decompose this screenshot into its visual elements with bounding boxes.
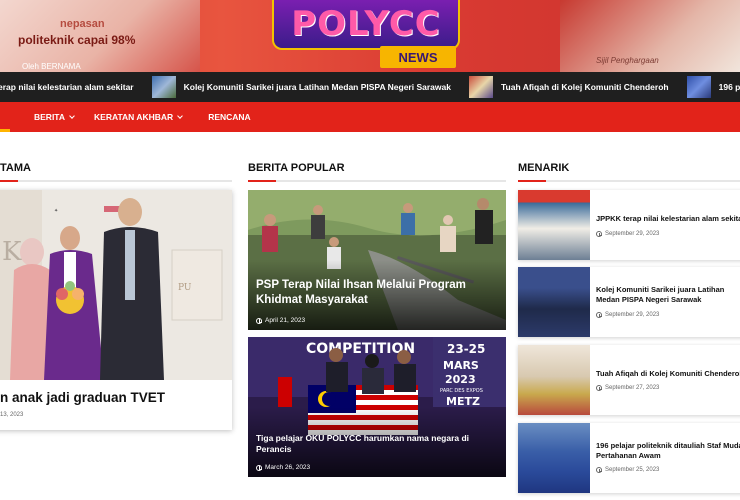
logo-wordmark: POLYCC [272, 0, 460, 50]
menarik-item-date-text: September 27, 2023 [605, 385, 660, 391]
featured-article-title[interactable]: n anak jadi graduan TVET [0, 390, 165, 405]
section-divider [248, 180, 506, 182]
svg-text:PU: PU [178, 283, 192, 293]
ticker-thumbnail [686, 76, 711, 98]
menarik-list-item[interactable]: JPPKK terap nilai kelestarian alam sekit… [518, 190, 740, 260]
banner-left-text-2: politeknik capai 98% [18, 33, 136, 47]
nav-item-label: KERATAN AKHBAR [94, 112, 174, 122]
menarik-item-title[interactable]: 196 pelajar politeknik ditauliah Staf Mu… [596, 441, 740, 461]
menarik-thumbnail[interactable] [518, 267, 590, 337]
featured-article-image[interactable]: ✦ KC PU [0, 190, 232, 380]
section-accent [518, 180, 546, 182]
section-divider [0, 180, 232, 182]
popular-article-date-text: April 21, 2023 [265, 317, 306, 324]
clock-icon [596, 467, 602, 473]
featured-photo-illustration: ✦ KC PU [0, 190, 232, 380]
logo-text: POLYCC [291, 4, 441, 44]
menarik-item-date: September 27, 2023 [596, 385, 659, 391]
menarik-thumbnail[interactable] [518, 345, 590, 415]
nav-item-home-partial[interactable] [0, 102, 10, 132]
menarik-item-date: September 29, 2023 [596, 231, 659, 237]
popular-article-title[interactable]: PSP Terap Nilai Ihsan Melalui Program Kh… [256, 278, 496, 308]
section-accent [0, 180, 18, 182]
menarik-item-date-text: September 29, 2023 [605, 312, 660, 318]
header-banner: nepasan politeknik capai 98% Oleh BERNAM… [0, 0, 740, 72]
popular-article-card[interactable]: PSP Terap Nilai Ihsan Melalui Program Kh… [248, 190, 506, 330]
menarik-item-date: September 25, 2023 [596, 467, 659, 473]
nav-item-rencana[interactable]: RENCANA [200, 102, 259, 132]
site-logo[interactable]: POLYCC NEWS [272, 0, 460, 70]
ticker-item-label: Tuah Afiqah di Kolej Komuniti Chenderoh [500, 82, 669, 92]
menarik-item-title[interactable]: Kolej Komuniti Sarikei juara Latihan Med… [596, 285, 740, 305]
section-title-popular: BERITA POPULAR [248, 162, 345, 174]
ticker-item[interactable]: Kolej Komuniti Sarikei juara Latihan Med… [151, 76, 451, 98]
section-accent [248, 180, 276, 182]
menarik-thumbnail[interactable] [518, 423, 590, 493]
nav-item-berita[interactable]: BERITA [26, 102, 82, 132]
banner-text-month: MARS [443, 359, 479, 372]
menarik-list-item[interactable]: Kolej Komuniti Sarikei juara Latihan Med… [518, 267, 740, 337]
ticker-item[interactable]: Tuah Afiqah di Kolej Komuniti Chenderoh [468, 76, 669, 98]
logo-news-badge: NEWS [380, 46, 456, 68]
menarik-list-item[interactable]: Tuah Afiqah di Kolej Komuniti Chenderoh … [518, 345, 740, 415]
ticker-item[interactable]: erap nilai kelestarian alam sekitar [0, 82, 134, 92]
popular-article-date: April 21, 2023 [256, 317, 305, 324]
section-divider [518, 180, 740, 182]
ticker-item[interactable]: 196 pelajar politeknik ditaul [686, 76, 740, 98]
banner-left-text-1: nepasan [60, 18, 105, 30]
featured-article-date: 13, 2023 [0, 412, 24, 418]
menarik-item-date: September 29, 2023 [596, 312, 659, 318]
main-nav: BERITA KERATAN AKHBAR RENCANA [0, 102, 740, 132]
banner-text-year: 2023 [445, 373, 476, 386]
clock-icon [596, 312, 602, 318]
banner-text-dates: 23-25 [447, 342, 485, 356]
popular-article-title[interactable]: Tiga pelajar OKU POLYCC harumkan nama ne… [256, 433, 496, 455]
banner-text-venue: PARC DES EXPOS [440, 388, 483, 394]
menarik-item-date-text: September 29, 2023 [605, 231, 660, 237]
news-ticker: erap nilai kelestarian alam sekitar Kole… [0, 72, 740, 102]
banner-right-photo: Sijil Penghargaan [560, 0, 740, 72]
clock-icon [256, 317, 262, 324]
ticker-item-label: erap nilai kelestarian alam sekitar [0, 82, 134, 92]
chevron-down-icon [69, 112, 75, 119]
ticker-item-label: 196 pelajar politeknik ditaul [718, 82, 740, 92]
popular-article-card[interactable]: COMPETITION 23-25 MARS 2023 PARC DES EXP… [248, 337, 506, 477]
nav-item-label: RENCANA [208, 112, 251, 122]
banner-left-photo: nepasan politeknik capai 98% Oleh BERNAM… [0, 0, 200, 72]
ticker-thumbnail [151, 76, 176, 98]
banner-left-credit: Oleh BERNAMA [22, 62, 81, 71]
ticker-item-label: Kolej Komuniti Sarikei juara Latihan Med… [183, 82, 451, 92]
logo-news-text: NEWS [398, 49, 438, 65]
menarik-list-item[interactable]: 196 pelajar politeknik ditauliah Staf Mu… [518, 423, 740, 493]
nav-item-label: BERITA [34, 112, 66, 122]
banner-right-caption: Sijil Penghargaan [596, 56, 659, 65]
menarik-item-title[interactable]: JPPKK terap nilai kelestarian alam sekit… [596, 214, 740, 224]
ticker-thumbnail [468, 76, 493, 98]
popular-article-date-text: March 26, 2023 [265, 464, 311, 471]
svg-text:✦: ✦ [54, 208, 58, 214]
featured-article-card[interactable]: ✦ KC PU n anak jadi graduan TVET 13, 202… [0, 190, 232, 430]
section-title-utama: TAMA [0, 162, 31, 174]
chevron-down-icon [177, 112, 184, 119]
menarik-thumbnail[interactable] [518, 190, 590, 260]
section-title-menarik: MENARIK [518, 162, 570, 174]
popular-article-date: March 26, 2023 [256, 464, 310, 471]
clock-icon [256, 464, 262, 471]
clock-icon [596, 231, 602, 237]
menarik-item-date-text: September 25, 2023 [605, 467, 660, 473]
clock-icon [596, 385, 602, 391]
menarik-item-title[interactable]: Tuah Afiqah di Kolej Komuniti Chenderoh [596, 369, 740, 379]
nav-item-keratan-akhbar[interactable]: KERATAN AKHBAR [86, 102, 190, 132]
